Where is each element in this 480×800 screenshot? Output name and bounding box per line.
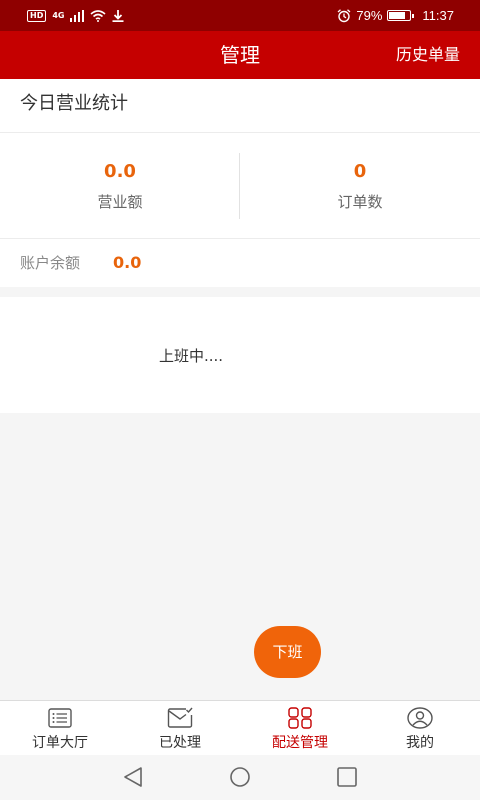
orders-stat: 0 订单数 bbox=[240, 133, 480, 239]
orders-label: 订单数 bbox=[337, 193, 383, 211]
balance-value: 0.0 bbox=[113, 253, 142, 272]
battery-percent: 79% bbox=[356, 8, 383, 23]
envelope-check-icon bbox=[167, 707, 193, 728]
signal-icon bbox=[70, 9, 85, 22]
bottom-tab-bar: 订单大厅 已处理 配送管理 我的 bbox=[0, 700, 480, 755]
recents-icon[interactable] bbox=[335, 766, 359, 788]
status-bar: HD 4G 79% 11:37 bbox=[0, 0, 480, 31]
app-header: 管理 历史单量 bbox=[0, 31, 480, 79]
grid-icon bbox=[288, 707, 312, 729]
order-list-icon bbox=[48, 708, 72, 728]
tab-delivery-management[interactable]: 配送管理 bbox=[240, 701, 360, 756]
balance-label: 账户余额 bbox=[20, 254, 81, 272]
account-balance-row: 账户余额 0.0 bbox=[0, 239, 480, 287]
alarm-icon bbox=[337, 8, 351, 22]
revenue-label: 营业额 bbox=[97, 193, 143, 211]
tab-label: 配送管理 bbox=[272, 735, 328, 751]
tab-label: 订单大厅 bbox=[32, 735, 88, 751]
tab-label: 我的 bbox=[406, 735, 434, 751]
revenue-stat: 0.0 营业额 bbox=[0, 133, 240, 239]
wifi-icon bbox=[90, 9, 107, 22]
back-icon[interactable] bbox=[121, 766, 145, 788]
duty-status-text: 上班中.... bbox=[159, 347, 224, 365]
orders-value: 0 bbox=[353, 161, 367, 182]
duty-panel: 上班中.... 下班 bbox=[0, 297, 480, 678]
revenue-value: 0.0 bbox=[104, 161, 136, 182]
history-orders-link[interactable]: 历史单量 bbox=[396, 31, 460, 79]
off-duty-button[interactable]: 下班 bbox=[254, 626, 321, 678]
tab-order-hall[interactable]: 订单大厅 bbox=[0, 701, 120, 756]
battery-icon bbox=[387, 10, 415, 21]
today-stats-panel: 0.0 营业额 0 订单数 bbox=[0, 133, 480, 239]
download-icon bbox=[112, 9, 124, 22]
today-stats-header: 今日营业统计 bbox=[0, 79, 480, 133]
tab-label: 已处理 bbox=[159, 735, 201, 751]
battery-level bbox=[389, 12, 406, 19]
home-icon[interactable] bbox=[228, 766, 252, 788]
system-nav-bar bbox=[0, 755, 480, 800]
tab-mine[interactable]: 我的 bbox=[360, 701, 480, 756]
network-type: 4G bbox=[52, 11, 65, 20]
user-icon bbox=[407, 707, 433, 729]
today-stats-title: 今日营业统计 bbox=[20, 93, 128, 114]
hd-indicator: HD bbox=[27, 9, 47, 22]
tab-processed[interactable]: 已处理 bbox=[120, 701, 240, 756]
clock: 11:37 bbox=[422, 8, 454, 23]
